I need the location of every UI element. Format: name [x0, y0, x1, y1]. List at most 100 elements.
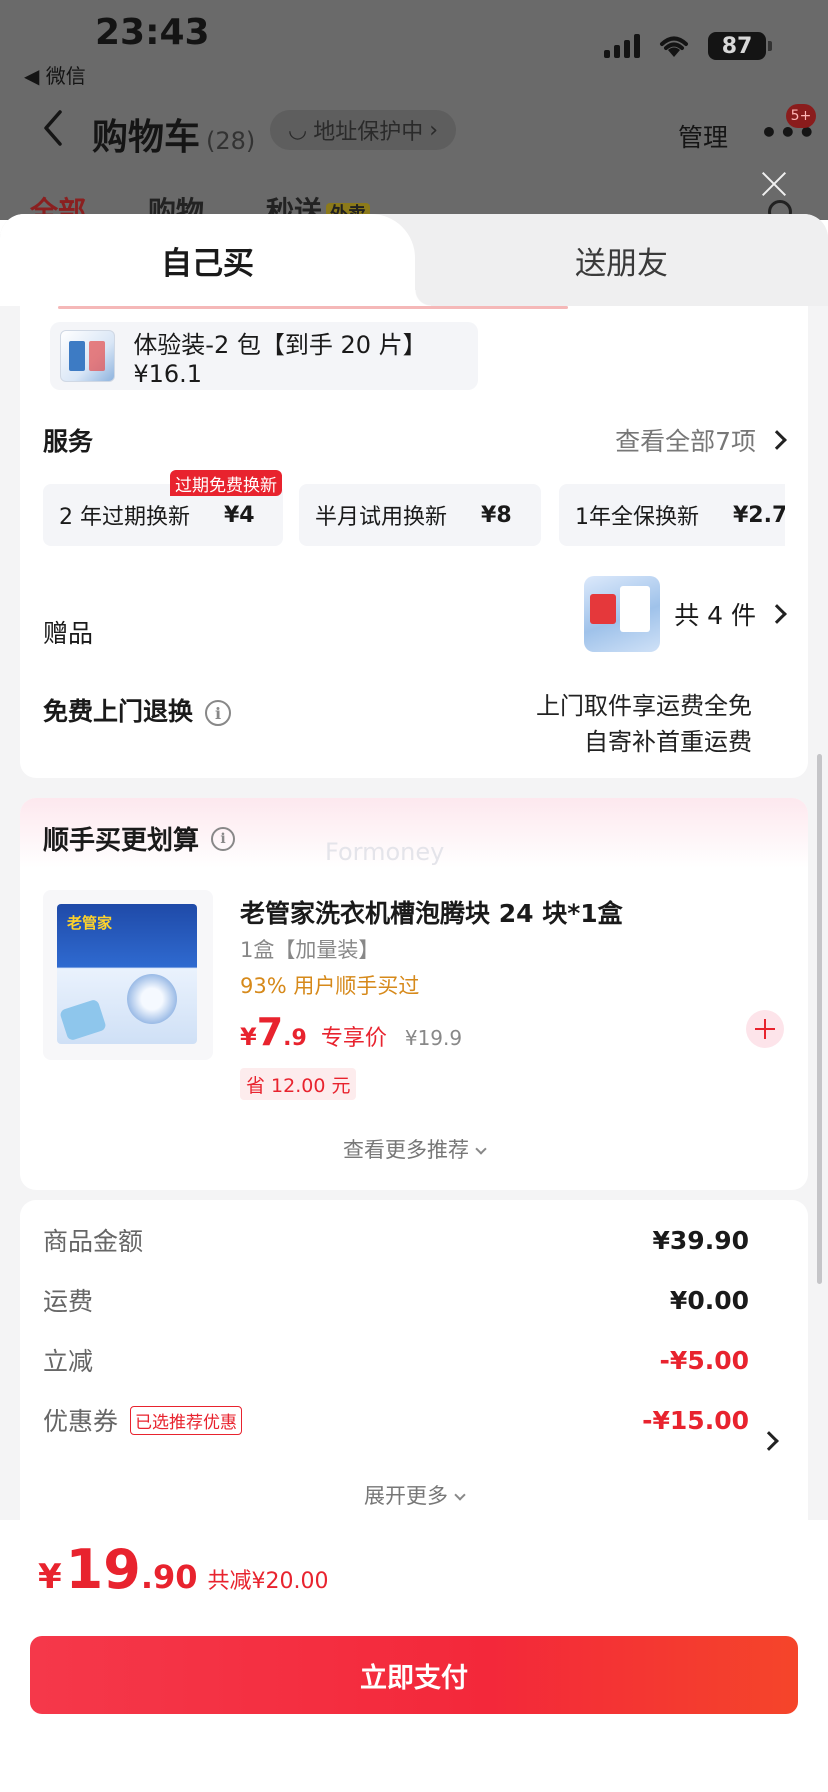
smile-icon: ◡	[288, 117, 308, 143]
total-price: ¥ 19 .90 共减¥20.00	[38, 1538, 329, 1601]
original-price: ¥19.9	[404, 1026, 463, 1050]
checkout-bar: ¥ 19 .90 共减¥20.00 立即支付	[0, 1520, 828, 1792]
variant-thumbnail	[60, 330, 116, 382]
summary-label: 运费	[43, 1287, 94, 1316]
product-image[interactable]: 老管家	[43, 890, 213, 1060]
service-option-name: 1年全保换新	[575, 505, 699, 530]
return-info: 上门取件享运费全免 自寄补首重运费	[536, 688, 752, 760]
tab-buy-for-self[interactable]: 自己买	[0, 214, 431, 306]
selected-variant[interactable]: 体验装-2 包【到手 20 片】¥16.1	[50, 322, 478, 390]
expand-more-button[interactable]: 展开更多	[20, 1480, 808, 1510]
total-integer: 19	[65, 1538, 141, 1601]
back-arrow-icon[interactable]	[38, 108, 68, 148]
variant-text: 体验装-2 包【到手 20 片】¥16.1	[133, 330, 427, 388]
scroll-indicator	[58, 306, 568, 309]
page-title: 购物车 (28)	[92, 108, 255, 160]
summary-label: 优惠券	[43, 1407, 119, 1436]
summary-label: 商品金额	[43, 1227, 144, 1256]
service-option[interactable]: 半月试用换新 ¥8	[299, 484, 541, 546]
info-icon[interactable]: i	[211, 826, 236, 851]
sheet-tabs: 自己买 送朋友	[0, 214, 828, 306]
order-options-card: 体验装-2 包【到手 20 片】¥16.1 服务 查看全部7项 2 年过期换新 ¥…	[20, 306, 808, 778]
chevron-down-icon	[475, 1143, 487, 1155]
gift-row[interactable]: 共 4 件	[584, 576, 787, 652]
return-title: 免费上门退换	[43, 697, 194, 726]
total-currency: ¥	[38, 1557, 62, 1597]
gift-title: 赠品	[43, 619, 94, 648]
coupon-row[interactable]: 优惠券 已选推荐优惠 -¥15.00	[43, 1402, 749, 1438]
gift-thumbnail	[584, 576, 661, 652]
price-decimal: .9	[283, 1026, 307, 1051]
cart-count: (28)	[206, 127, 256, 155]
tab-gift-to-friend[interactable]: 送朋友	[415, 214, 828, 306]
service-option-name: 2 年过期换新	[59, 505, 190, 530]
service-badge: 过期免费换新	[170, 470, 282, 496]
summary-row: 商品金额 ¥39.90	[43, 1222, 749, 1258]
cart-nav: 购物车 (28) ◡ 地址保护中 › 管理 ••• 5+	[0, 100, 828, 170]
battery-icon: 87	[708, 32, 772, 60]
service-view-all-label: 查看全部7项	[615, 427, 756, 456]
product-buy-rate: 93% 用户顺手买过	[240, 974, 420, 998]
recommend-card: 顺手买更划算 i Formoney 老管家 老管家洗衣机槽泡腾块 24 块*1盒 …	[20, 798, 808, 1190]
service-option-price: ¥2.7	[733, 502, 785, 528]
wifi-icon	[656, 33, 692, 59]
summary-value: -¥15.00	[642, 1405, 749, 1435]
chevron-right-icon: ›	[429, 117, 439, 143]
price-summary-card: 商品金额 ¥39.90 运费 ¥0.00 立减 -¥5.00 优惠券 已选推荐优惠…	[20, 1200, 808, 1520]
recommend-title: 顺手买更划算	[43, 826, 200, 856]
chevron-right-icon	[767, 430, 787, 450]
add-to-order-button[interactable]	[746, 1010, 784, 1048]
total-decimal: .90	[140, 1558, 198, 1596]
signal-icon	[604, 34, 640, 58]
product-name[interactable]: 老管家洗衣机槽泡腾块 24 块*1盒	[240, 894, 623, 930]
manage-button[interactable]: 管理	[678, 118, 728, 154]
return-line-2: 自寄补首重运费	[584, 728, 752, 756]
coupon-tag: 已选推荐优惠	[130, 1405, 243, 1435]
status-time: 23:43	[95, 12, 210, 53]
summary-value: ¥39.90	[652, 1225, 749, 1255]
price-tag: 专享价	[320, 1026, 387, 1051]
info-icon[interactable]: i	[205, 700, 232, 726]
return-line-1: 上门取件享运费全免	[536, 692, 752, 720]
gift-count: 共 4 件	[674, 601, 756, 630]
total-saved: 共减¥20.00	[207, 1569, 329, 1594]
service-option[interactable]: 1年全保换新 ¥2.7	[559, 484, 785, 546]
summary-row: 运费 ¥0.00	[43, 1282, 749, 1318]
summary-label: 立减	[43, 1347, 94, 1376]
address-protect-label: 地址保护中	[313, 120, 424, 145]
summary-row: 立减 -¥5.00	[43, 1342, 749, 1378]
pay-now-button[interactable]: 立即支付	[30, 1636, 798, 1714]
summary-value: ¥0.00	[669, 1285, 749, 1315]
service-option-price: ¥4	[224, 502, 255, 528]
chevron-right-icon	[767, 604, 787, 624]
more-recommend-label: 查看更多推荐	[343, 1138, 469, 1162]
expand-more-label: 展开更多	[364, 1484, 448, 1508]
background-page: 23:43 ◀ 微信 87 购物车 (28) ◡ 地址保护中 › 管理 ••• 5+ …	[0, 0, 828, 228]
status-icons: 87	[604, 32, 772, 60]
service-view-all[interactable]: 查看全部7项	[615, 422, 787, 458]
chevron-right-icon[interactable]	[759, 1431, 779, 1451]
product-price: ¥ 7 .9 专享价 ¥19.9	[240, 1010, 462, 1054]
coupon-label-group: 优惠券 已选推荐优惠	[43, 1402, 243, 1438]
save-amount-badge: 省 12.00 元	[240, 1068, 357, 1100]
service-options: 2 年过期换新 ¥4 半月试用换新 ¥8 1年全保换新 ¥2.7	[43, 484, 785, 546]
address-protect-button[interactable]: ◡ 地址保护中 ›	[270, 110, 457, 150]
recommend-title-row: 顺手买更划算 i	[43, 820, 236, 857]
product-spec: 1盒【加量装】	[240, 938, 380, 962]
page-title-text: 购物车	[92, 117, 201, 158]
product-image-brand: 老管家	[67, 914, 113, 932]
service-option-name: 半月试用换新	[315, 505, 448, 530]
summary-value: -¥5.00	[659, 1345, 749, 1375]
scrollbar[interactable]	[817, 754, 822, 1284]
chevron-down-icon	[454, 1489, 466, 1501]
more-recommend-button[interactable]: 查看更多推荐	[20, 1134, 808, 1164]
return-title-row: 免费上门退换 i	[43, 692, 232, 728]
close-icon[interactable]	[760, 170, 788, 198]
price-integer: 7	[256, 1010, 284, 1054]
service-option-price: ¥8	[481, 502, 512, 528]
message-badge: 5+	[786, 104, 816, 128]
service-title: 服务	[43, 427, 94, 456]
price-currency: ¥	[240, 1023, 257, 1051]
back-to-app[interactable]: ◀ 微信	[24, 60, 86, 89]
watermark: Formoney	[325, 838, 445, 866]
